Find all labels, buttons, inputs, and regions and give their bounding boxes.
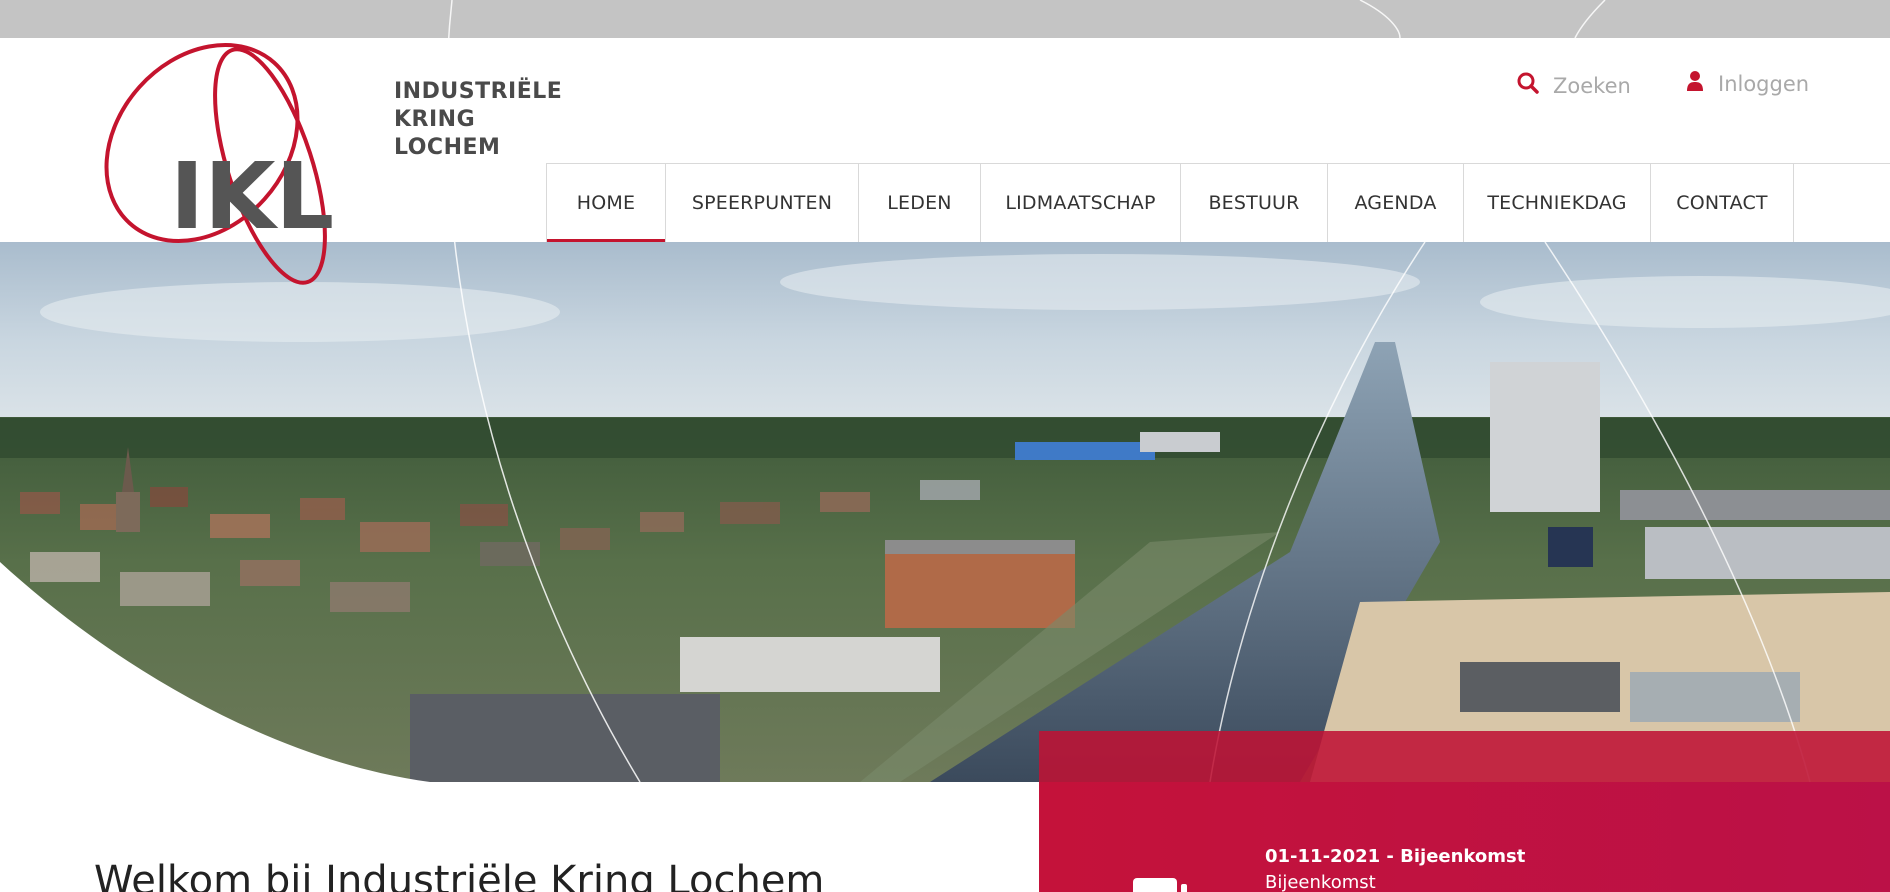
- logo-wordmark: INDUSTRIËLE KRING LOCHEM: [394, 78, 562, 162]
- search-link[interactable]: Zoeken: [1517, 72, 1631, 99]
- site-logo[interactable]: IKL INDUSTRIËLE KRING LOCHEM: [92, 18, 562, 288]
- nav-item-techniekdag[interactable]: TECHNIEKDAG: [1463, 164, 1650, 242]
- login-label: Inloggen: [1718, 71, 1810, 96]
- logo-line-2: KRING: [394, 107, 476, 132]
- agenda-event-title[interactable]: 01-11-2021 - Bijeenkomst: [1265, 846, 1525, 867]
- user-icon: [1686, 70, 1704, 97]
- logo-line-1: INDUSTRIËLE: [394, 79, 563, 104]
- nav-item-agenda[interactable]: AGENDA: [1327, 164, 1463, 242]
- nav-item-speerpunten[interactable]: SPEERPUNTEN: [665, 164, 858, 242]
- search-label: Zoeken: [1553, 73, 1631, 98]
- page: IKL INDUSTRIËLE KRING LOCHEM Zoeken Inlo…: [0, 0, 1890, 892]
- login-link[interactable]: Inloggen: [1686, 70, 1809, 97]
- search-icon: [1517, 72, 1539, 99]
- nav-item-home[interactable]: HOME: [546, 164, 665, 242]
- nav-item-leden[interactable]: LEDEN: [858, 164, 980, 242]
- page-title: Welkom bij Industriële Kring Lochem: [94, 858, 825, 892]
- nav-item-lidmaatschap[interactable]: LIDMAATSCHAP: [980, 164, 1180, 242]
- logo-line-3: LOCHEM: [394, 135, 501, 160]
- logo-monogram: IKL: [170, 143, 334, 250]
- nav-item-bestuur[interactable]: BESTUUR: [1180, 164, 1327, 242]
- nav-item-contact[interactable]: CONTACT: [1650, 164, 1794, 242]
- hero-image: [0, 242, 1890, 782]
- calendar-icon: [1133, 876, 1189, 892]
- nav-divider: [1794, 163, 1890, 164]
- agenda-panel-header: [1039, 731, 1890, 782]
- hero-aerial-photo: [0, 242, 1890, 782]
- main-nav: HOME SPEERPUNTEN LEDEN LIDMAATSCHAP BEST…: [546, 163, 1794, 242]
- agenda-event-subtitle: Bijeenkomst: [1265, 872, 1376, 892]
